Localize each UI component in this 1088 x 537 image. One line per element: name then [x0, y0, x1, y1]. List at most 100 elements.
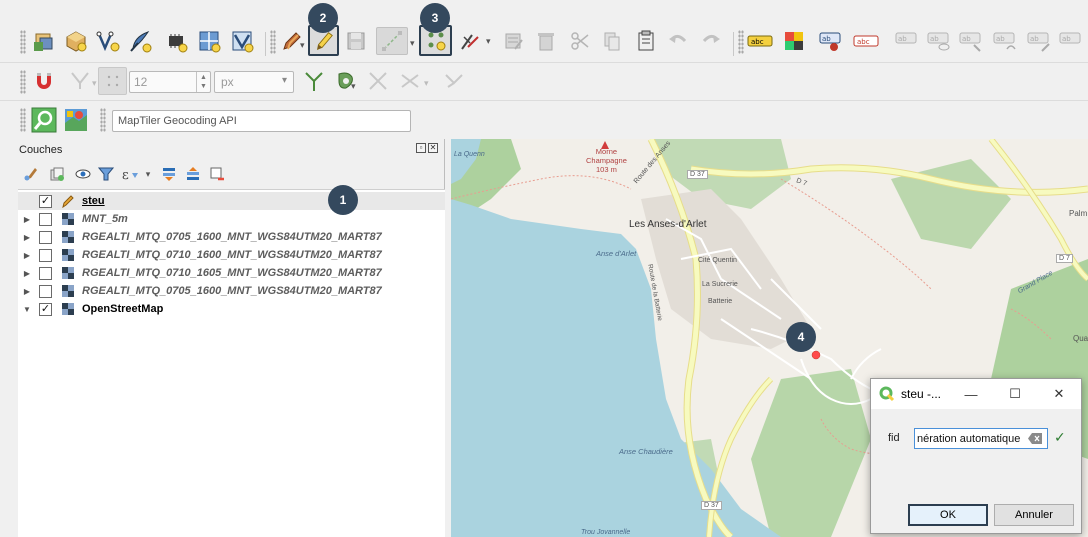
raster-layer-icon	[62, 267, 74, 279]
layer-row-mnt[interactable]: ▶ MNT_5m	[18, 210, 445, 228]
layer-row-openstreetmap[interactable]: ▼ ✓ OpenStreetMap	[18, 300, 445, 318]
layer-name: MNT_5m	[82, 213, 128, 225]
feature-point[interactable]	[811, 350, 821, 360]
layer-visibility-checkbox[interactable]	[39, 284, 52, 298]
highlight-pinned-labels-icon[interactable]: ab	[818, 27, 846, 55]
toolbar-grip[interactable]	[20, 70, 26, 94]
new-shapefile-layer-icon[interactable]	[94, 27, 122, 55]
layer-row-rgealti[interactable]: ▶ RGEALTI_MTQ_0705_1600_MNT_WGS84UTM20_M…	[18, 282, 445, 300]
float-panel-icon[interactable]: ▫	[416, 143, 426, 153]
toolbar-grip[interactable]	[270, 30, 276, 54]
geocoder-search-input[interactable]: MapTiler Geocoding API	[112, 110, 411, 132]
new-geopackage-layer-icon[interactable]	[62, 27, 90, 55]
collapse-all-icon[interactable]	[184, 164, 202, 184]
new-spatialite-layer-icon[interactable]	[126, 27, 154, 55]
close-panel-icon[interactable]: ✕	[428, 143, 438, 153]
manage-visibility-icon[interactable]	[74, 164, 92, 184]
snap-tolerance-input[interactable]: 12 ▲ ▼	[129, 71, 211, 93]
open-data-source-manager-icon[interactable]	[30, 27, 58, 55]
layer-expander[interactable]: ▶	[23, 215, 31, 224]
cut-features-icon[interactable]	[566, 27, 594, 55]
self-snapping-icon[interactable]	[396, 67, 424, 95]
toolbar-grip[interactable]	[20, 108, 26, 132]
redo-icon[interactable]	[697, 27, 725, 55]
save-layer-edits-icon[interactable]	[342, 27, 370, 55]
filter-expression-icon[interactable]: ε	[121, 164, 139, 184]
ok-button[interactable]: OK	[908, 504, 988, 526]
snap-advanced-icon[interactable]	[98, 67, 127, 95]
clear-field-icon[interactable]	[1028, 433, 1042, 444]
toolbar-grip[interactable]	[20, 30, 26, 54]
undo-icon[interactable]	[664, 27, 692, 55]
remove-layer-icon[interactable]	[208, 164, 226, 184]
dialog-titlebar[interactable]: steu -... — ☐ ✕	[871, 379, 1081, 409]
pin-labels-icon[interactable]: abc	[852, 27, 880, 55]
snap-to-grid-icon[interactable]	[440, 67, 468, 95]
geocoder-map-icon[interactable]	[62, 106, 90, 134]
layer-diagram-icon[interactable]	[780, 27, 808, 55]
label-properties-icon[interactable]: ab	[1058, 27, 1086, 55]
layer-row-rgealti[interactable]: ▶ RGEALTI_MTQ_0710_1605_MNT_WGS84UTM20_M…	[18, 264, 445, 282]
layer-expander[interactable]: ▼	[23, 305, 31, 314]
layer-expander[interactable]: ▶	[23, 269, 31, 278]
toolbar-grip[interactable]	[738, 30, 744, 54]
layer-visibility-checkbox[interactable]	[39, 212, 52, 226]
layer-visibility-checkbox[interactable]: ✓	[39, 302, 52, 316]
layer-visibility-checkbox[interactable]	[39, 230, 52, 244]
spin-down-icon[interactable]: ▼	[200, 82, 207, 91]
new-virtual-layer-icon[interactable]	[162, 27, 190, 55]
label-layer-icon[interactable]: abc	[746, 27, 774, 55]
chevron-down-icon[interactable]: ▾	[486, 36, 491, 47]
chevron-down-icon[interactable]: ▾	[410, 38, 415, 49]
snap-unit-select[interactable]: px ▾	[214, 71, 294, 93]
rotate-label-icon[interactable]: ab	[992, 27, 1020, 55]
layer-visibility-checkbox[interactable]	[39, 266, 52, 280]
spin-up-icon[interactable]: ▲	[200, 73, 207, 82]
copy-features-icon[interactable]	[598, 27, 626, 55]
minimize-button[interactable]: —	[961, 384, 981, 404]
add-group-icon[interactable]	[48, 164, 66, 184]
snapping-toolbar: ▾ 12 ▲ ▼ px ▾ ▾ ▾	[0, 62, 1088, 100]
chevron-down-icon[interactable]: ▾	[351, 81, 356, 92]
layer-row-steu[interactable]: ✓ steu	[18, 192, 445, 210]
layer-row-rgealti[interactable]: ▶ RGEALTI_MTQ_0710_1600_MNT_WGS84UTM20_M…	[18, 246, 445, 264]
map-label-place: La Sucrerie	[702, 281, 738, 288]
topological-editing-icon[interactable]	[300, 67, 328, 95]
modify-attributes-icon[interactable]	[500, 27, 528, 55]
layer-row-rgealti[interactable]: ▶ RGEALTI_MTQ_0705_1600_MNT_WGS84UTM20_M…	[18, 228, 445, 246]
spin-buttons[interactable]: ▲ ▼	[196, 72, 210, 92]
layer-expander[interactable]: ▶	[23, 233, 31, 242]
chevron-down-icon[interactable]: ▾	[300, 40, 305, 51]
new-vector-tile-layer-icon[interactable]	[228, 27, 256, 55]
snap-vertex-icon[interactable]	[66, 67, 94, 95]
show-hide-labels-icon[interactable]: ab	[894, 27, 922, 55]
change-label-icon[interactable]: ab	[1026, 27, 1054, 55]
digitize-line-icon[interactable]	[376, 27, 408, 55]
style-manager-icon[interactable]	[22, 164, 40, 184]
chevron-down-icon[interactable]: ▾	[424, 78, 429, 89]
magnet-icon[interactable]	[30, 67, 58, 95]
map-label-town: Les Anses-d'Arlet	[629, 219, 707, 230]
layer-expander[interactable]: ▶	[23, 287, 31, 296]
move-label-icon[interactable]: ab	[958, 27, 986, 55]
tracing-icon[interactable]	[364, 67, 392, 95]
layer-name: RGEALTI_MTQ_0705_1600_MNT_WGS84UTM20_MAR…	[82, 285, 382, 297]
feature-attributes-dialog: steu -... — ☐ ✕ fid nération automatique…	[870, 378, 1082, 534]
vertex-tool-icon[interactable]	[456, 27, 484, 55]
search-icon[interactable]	[30, 106, 58, 134]
chevron-down-icon[interactable]: ▾	[92, 78, 97, 89]
new-temporary-layer-icon[interactable]	[195, 27, 223, 55]
layer-expander[interactable]: ▶	[23, 251, 31, 260]
chevron-down-icon[interactable]: ▾	[139, 164, 157, 184]
paste-features-icon[interactable]	[632, 27, 660, 55]
delete-selected-icon[interactable]	[532, 27, 560, 55]
preview-labels-icon[interactable]: ab	[926, 27, 954, 55]
maximize-button[interactable]: ☐	[1005, 384, 1025, 404]
layer-visibility-checkbox[interactable]: ✓	[39, 194, 52, 208]
toolbar-grip[interactable]	[100, 108, 106, 132]
filter-legend-icon[interactable]	[97, 164, 115, 184]
layer-visibility-checkbox[interactable]	[39, 248, 52, 262]
expand-all-icon[interactable]	[160, 164, 178, 184]
cancel-button[interactable]: Annuler	[994, 504, 1074, 526]
close-button[interactable]: ✕	[1049, 384, 1069, 404]
